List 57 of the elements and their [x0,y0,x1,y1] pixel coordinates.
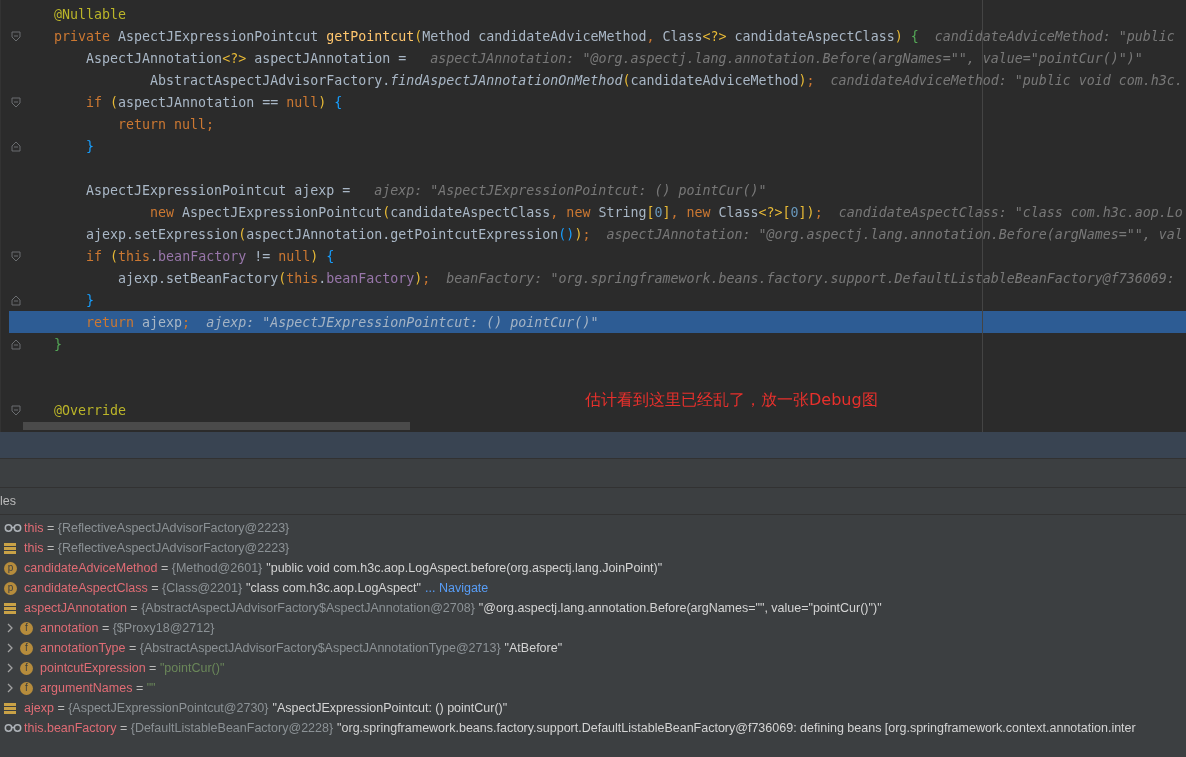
glasses-icon [4,724,22,732]
code-line: } [85,138,95,154]
code-line: private AspectJExpressionPointcut getPointcut(Method candidateAdviceMethod, Class<?> candidateAspectClass) { [53,28,919,44]
debug-hint: candidateAdviceMethod: "public [934,28,1175,44]
variable-entry[interactable]: this = {ReflectiveAspectJAdvisorFactory@2223} [24,541,290,555]
stack-icon [4,542,16,554]
debug-hint: aspectJAnnotation: "@org.aspectj.lang.annotation.Before(argNames="", val [606,226,1183,242]
parameter-icon: p [4,581,17,595]
navigate-link[interactable]: ... Navigate [425,581,489,595]
fold-icon[interactable] [11,250,21,262]
variable-entry[interactable]: candidateAspectClass = {Class@2201} "class com.h3c.aop.LogAspect" [24,581,422,595]
debug-hint: ajexp: "AspectJExpressionPointcut: () pointCur()" [206,314,599,330]
stack-icon [4,702,16,714]
parameter-icon: p [4,561,17,575]
debug-hint: candidateAspectClass: "class com.h3c.aop.Lo [838,204,1183,220]
debug-hint: candidateAdviceMethod: "public void com.h3c. [830,72,1183,88]
stack-icon [4,602,16,614]
fold-icon[interactable] [11,404,21,416]
scrollbar-thumb[interactable] [23,422,410,430]
fold-icon[interactable] [11,294,21,306]
variable-entry[interactable]: pointcutExpression = "pointCur()" [40,661,225,675]
variable-entry[interactable]: this = {ReflectiveAspectJAdvisorFactory@2223} [24,521,290,535]
field-icon: f [20,661,33,675]
code-line: @Override [53,402,127,418]
code-line: if (this.beanFactory != null) { [85,248,335,264]
code-line: if (aspectJAnnotation == null) { [85,94,343,110]
code-line: AbstractAspectJAdvisorFactory.findAspectJAnnotationOnMethod(candidateAdviceMethod); [149,72,815,88]
glasses-icon [4,524,22,532]
code-line: } [85,292,95,308]
code-line: } [53,336,62,352]
variable-entry[interactable]: annotation = {$Proxy18@2712} [40,621,215,635]
field-icon: f [20,621,33,635]
variable-entry[interactable]: ajexp = {AspectJExpressionPointcut@2730} "AspectJExpressionPointcut: () pointCur()" [24,701,508,715]
code-line: AspectJExpressionPointcut ajexp = [85,182,352,198]
panel-title: les [0,494,16,508]
variable-entry[interactable]: aspectJAnnotation = {AbstractAspectJAdvisorFactory$AspectJAnnotation@2708} "@org.aspectj.lang.annotation.Before(argNames="", value="pointCur()")" [24,601,882,615]
code-line: new AspectJExpressionPointcut(candidateAspectClass, new String[0], new Class<?>[0]); [149,204,823,220]
debug-hint: beanFactory: "org.springframework.beans.factory.support.DefaultListableBeanFactory@f736069: [446,270,1175,286]
fold-icon[interactable] [11,96,21,108]
variable-entry[interactable]: candidateAdviceMethod = {Method@2601} "public void com.h3c.aop.LogAspect.before(org.aspectj.lang.JoinPoint)" [24,561,663,575]
field-icon: f [20,681,33,695]
debug-hint: ajexp: "AspectJExpressionPointcut: () pointCur()" [374,182,767,198]
fold-icon[interactable] [11,140,21,152]
code-line: ajexp.setBeanFactory(this.beanFactory); [117,270,431,286]
code-line: @Nullable [53,6,127,22]
debug-hint: aspectJAnnotation: "@org.aspectj.lang.annotation.Before(argNames="", value="pointCur()")" [430,50,1143,66]
code-line: ajexp.setExpression(aspectJAnnotation.getPointcutExpression()); [85,226,591,242]
variable-entry[interactable]: this.beanFactory = {DefaultListableBeanFactory@2228} "org.springframework.beans.factory.support.DefaultListableBeanFactory@f736069: defining beans [org.springframework.context.annotation.inter [24,721,1136,735]
fold-icon[interactable] [11,338,21,350]
code-line: return null; [117,116,215,132]
variable-entry[interactable]: annotationType = {AbstractAspectJAdvisorFactory$AspectJAnnotationType@2713} "AtBefore" [40,641,563,655]
code-line: AspectJAnnotation<?> aspectJAnnotation = [85,50,408,66]
annotation-note: 估计看到这里已经乱了，放一张Debug图 [585,390,878,411]
field-icon: f [20,641,33,655]
variable-entry[interactable]: argumentNames = "" [40,681,156,695]
code-line: return ajexp; [85,314,191,330]
fold-icon[interactable] [11,30,21,42]
